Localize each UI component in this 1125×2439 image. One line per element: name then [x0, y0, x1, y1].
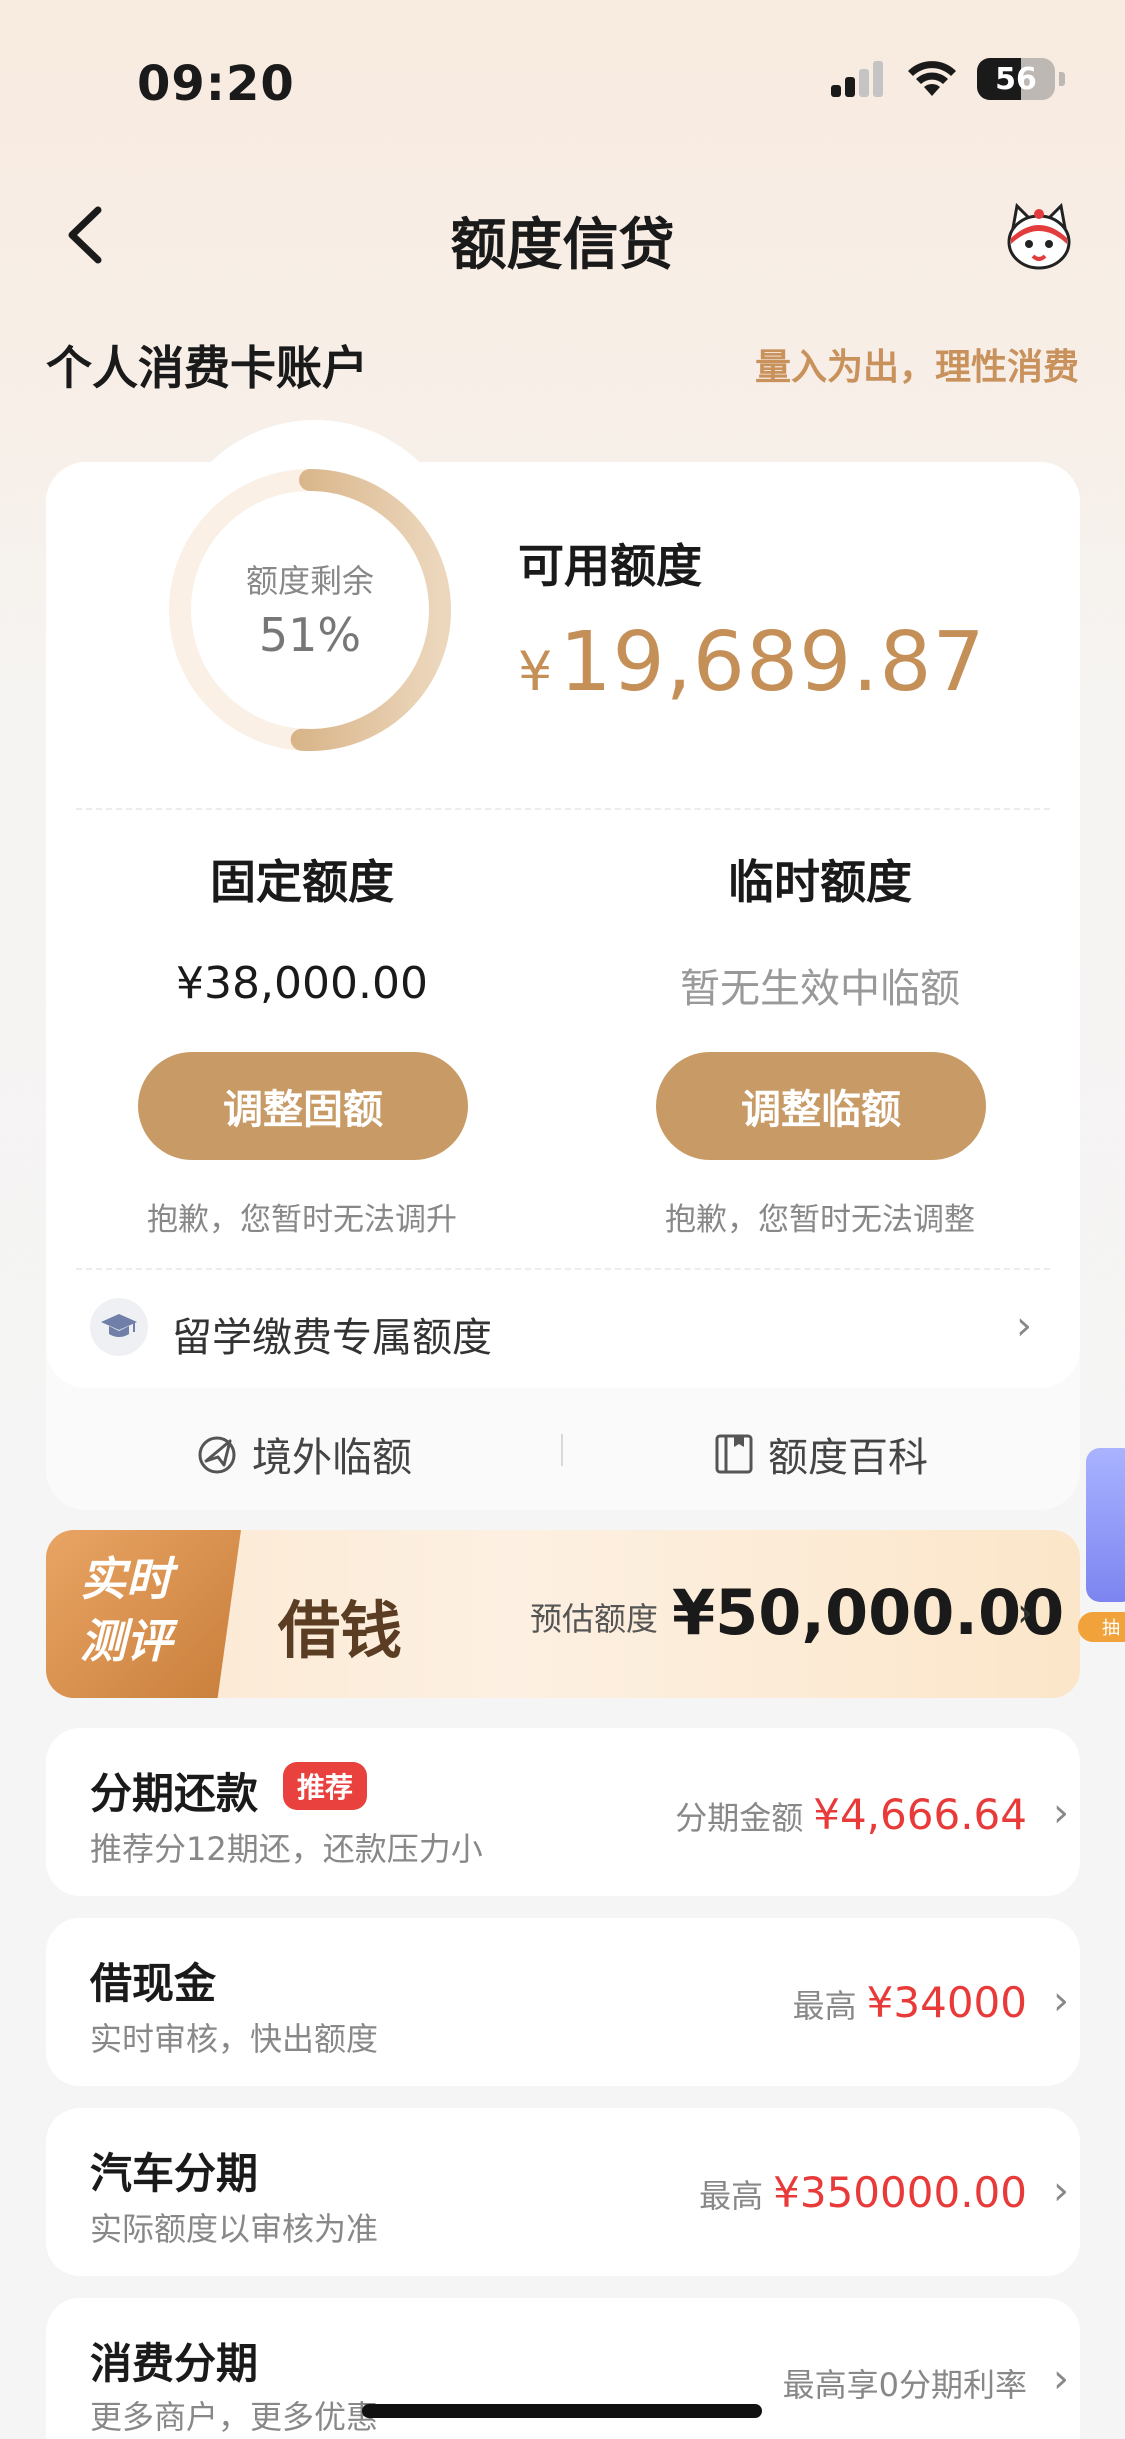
home-indicator	[362, 2404, 762, 2418]
chevron-right-icon[interactable]: ›	[1053, 1978, 1069, 2024]
recommend-badge: 推荐	[283, 1762, 368, 1810]
remaining-label: 额度剩余	[245, 562, 374, 600]
available-label: 可用额度	[518, 539, 702, 593]
amount-label: 最高	[699, 2177, 764, 2215]
list-item-amount: 最高享0分期利率	[783, 2360, 1027, 2406]
amount-value: ¥350000.00	[773, 2168, 1027, 2217]
list-item-subtitle: 更多商户，更多优惠	[90, 2398, 379, 2436]
overseas-temp-quota-link[interactable]: 境外临额	[196, 1425, 412, 1483]
account-slogan: 量入为出，理性消费	[754, 347, 1079, 388]
battery-level: 56	[995, 61, 1037, 97]
available-amount-value: 19,689.87	[559, 615, 986, 710]
list-item-subtitle: 推荐分12期还，还款压力小	[90, 1830, 483, 1868]
borrow-title: 借钱	[278, 1594, 403, 1667]
battery-icon: 56	[977, 58, 1055, 100]
amount-value: ¥4,666.64	[813, 1790, 1027, 1839]
overseas-temp-quota-label: 境外临额	[252, 1435, 412, 1481]
list-item-subtitle: 实时审核，快出额度	[90, 2020, 379, 2058]
available-amount: ¥19,689.87	[518, 615, 986, 710]
list-item-title: 汽车分期	[90, 2149, 259, 2198]
realtime-eval-text: 实时 测评	[80, 1552, 172, 1668]
list-item-amount: 最高 ¥350000.00	[699, 2168, 1027, 2217]
signal-icon	[831, 61, 883, 97]
temp-quota-note: 抱歉，您暂时无法调整	[665, 1202, 975, 1238]
wifi-icon	[908, 61, 956, 96]
account-title: 个人消费卡账户	[46, 341, 368, 395]
quota-wiki-label: 额度百科	[768, 1435, 928, 1481]
fixed-quota-note: 抱歉，您暂时无法调升	[147, 1202, 457, 1238]
amount-label: 最高享0分期利率	[782, 2366, 1027, 2404]
fixed-quota-title: 固定额度	[210, 855, 394, 909]
list-item-amount: 最高 ¥34000	[793, 1978, 1027, 2027]
amount-label: 分期金额	[675, 1799, 804, 1837]
amount-value: ¥34000	[866, 1978, 1027, 2027]
chevron-right-icon[interactable]: ›	[1017, 1590, 1033, 1636]
list-item-title: 分期还款	[90, 1769, 259, 1818]
chevron-right-icon[interactable]: ›	[1016, 1303, 1032, 1349]
divider	[76, 808, 1050, 810]
list-item-title: 消费分期	[90, 2339, 259, 2388]
mascot-icon[interactable]	[999, 198, 1079, 278]
list-item-amount: 分期金额 ¥4,666.64	[675, 1790, 1027, 1839]
amount-label: 最高	[792, 1987, 857, 2025]
graduation-cap-icon	[90, 1298, 148, 1356]
fixed-quota-value: ¥38,000.00	[176, 958, 428, 1009]
list-item-subtitle: 实际额度以审核为准	[90, 2210, 379, 2248]
floating-promo-tag[interactable]: 抽	[1078, 1612, 1125, 1642]
temp-quota-value: 暂无生效中临额	[680, 966, 960, 1012]
status-time: 09:20	[137, 56, 295, 112]
chevron-right-icon[interactable]: ›	[1053, 1790, 1069, 1836]
book-icon	[715, 1434, 753, 1474]
adjust-temp-button[interactable]: 调整临额	[656, 1052, 986, 1160]
footer-separator	[561, 1434, 563, 1466]
plane-icon	[198, 1436, 236, 1474]
list-item-title: 借现金	[90, 1959, 217, 2008]
adjust-fixed-button[interactable]: 调整固额	[138, 1052, 468, 1160]
chevron-right-icon[interactable]: ›	[1053, 2168, 1069, 2214]
temp-quota-title: 临时额度	[728, 855, 912, 909]
floating-promo-widget[interactable]	[1086, 1448, 1125, 1602]
study-abroad-quota-link[interactable]: 留学缴费专属额度	[172, 1305, 492, 1363]
divider	[76, 1268, 1050, 1270]
page-title: 额度信贷	[450, 213, 675, 278]
currency-symbol: ¥	[518, 640, 554, 703]
estimated-quota-amount: ¥50,000.00	[672, 1576, 1065, 1649]
chevron-right-icon[interactable]: ›	[1053, 2356, 1069, 2402]
remaining-percent: 51%	[258, 608, 362, 662]
quota-wiki-link[interactable]: 额度百科	[714, 1425, 928, 1483]
estimated-quota-label: 预估额度	[530, 1600, 659, 1638]
status-icons: 56	[829, 58, 1065, 100]
